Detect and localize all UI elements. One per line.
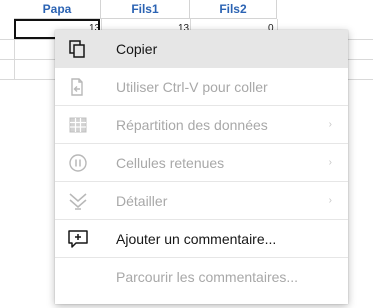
copy-icon — [67, 39, 89, 59]
menu-item-held-cells[interactable]: Cellules retenues › — [55, 144, 348, 182]
menu-item-copy[interactable]: Copier — [55, 30, 348, 68]
column-header-fils1[interactable]: Fils1 — [101, 0, 190, 19]
menu-item-data-breakdown[interactable]: Répartition des données › — [55, 106, 348, 144]
menu-item-label: Cellules retenues — [116, 154, 225, 171]
chevron-right-icon: › — [328, 195, 332, 206]
menu-item-label: Parcourir les commentaires... — [116, 269, 299, 285]
menu-item-label: Utiliser Ctrl-V pour coller — [116, 78, 268, 95]
column-header-fils2[interactable]: Fils2 — [190, 0, 277, 19]
context-menu: Copier Utiliser Ctrl-V pour coller Répar… — [55, 30, 348, 304]
drill-down-icon — [67, 191, 89, 211]
paste-icon — [67, 77, 89, 97]
pause-icon — [67, 153, 89, 173]
chevron-right-icon: › — [328, 157, 332, 168]
menu-item-label: Ajouter un commentaire... — [116, 230, 277, 247]
grid-icon — [67, 115, 89, 135]
menu-item-paste[interactable]: Utiliser Ctrl-V pour coller — [55, 68, 348, 106]
add-comment-icon — [67, 229, 89, 249]
menu-item-browse-comments[interactable]: Parcourir les commentaires... — [55, 258, 348, 296]
menu-item-add-comment[interactable]: Ajouter un commentaire... — [55, 220, 348, 258]
menu-item-drill-down[interactable]: Détailler › — [55, 182, 348, 220]
column-header-papa[interactable]: Papa — [14, 0, 101, 19]
menu-item-label: Copier — [116, 40, 158, 57]
chevron-right-icon: › — [328, 119, 332, 130]
menu-item-label: Détailler — [116, 192, 168, 209]
menu-item-label: Répartition des données — [116, 116, 268, 133]
